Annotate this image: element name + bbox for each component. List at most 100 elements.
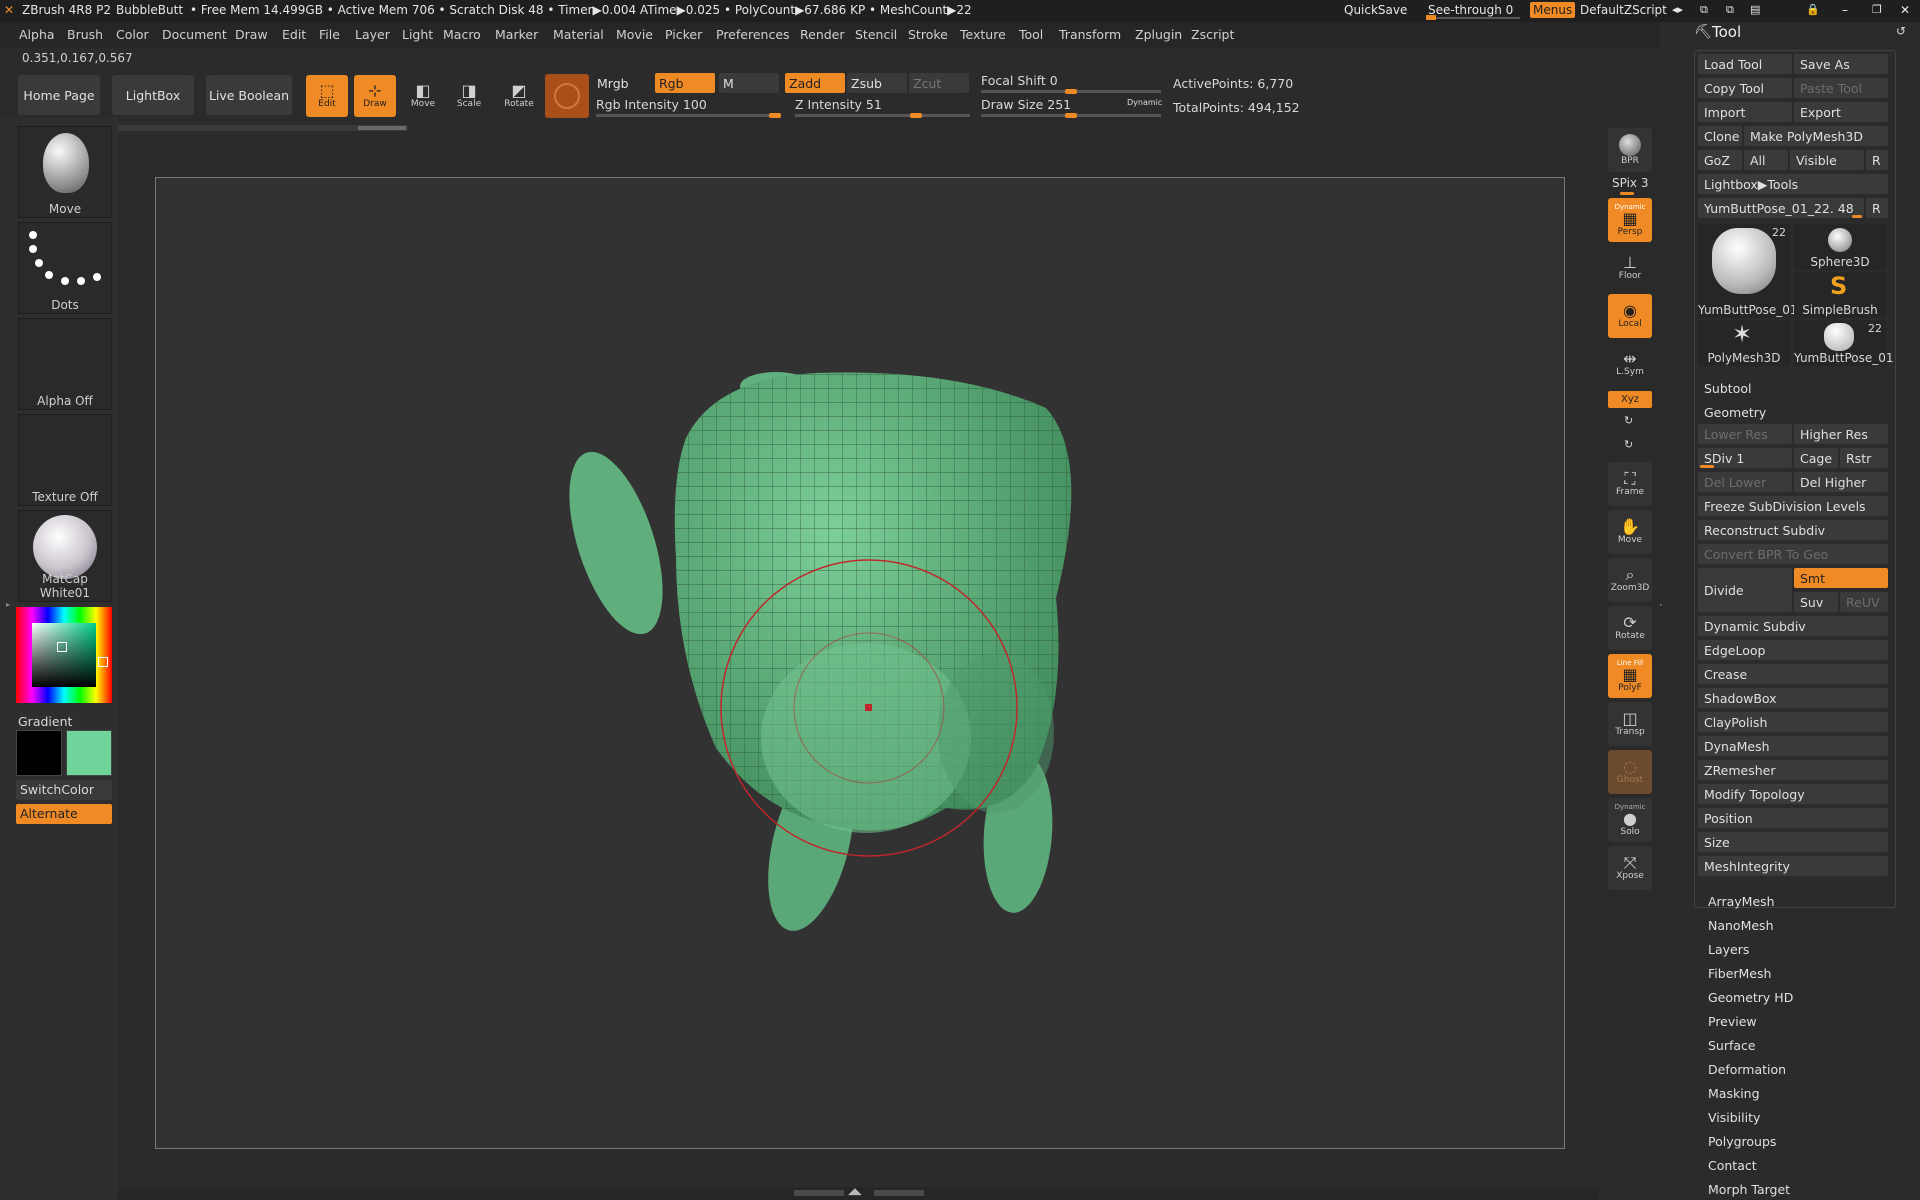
geometry-hd-section[interactable]: Geometry HD [1708, 990, 1793, 1005]
higher-res-button[interactable]: Higher Res [1794, 424, 1888, 444]
goz-r-button[interactable]: R [1866, 150, 1888, 170]
polyf-toggle[interactable]: Line Fill ▦ PolyF [1608, 654, 1652, 698]
fibermesh-section[interactable]: FiberMesh [1708, 966, 1771, 981]
see-through-knob[interactable] [1426, 15, 1436, 20]
z-intensity-slider[interactable] [795, 114, 970, 117]
rgb-toggle[interactable]: Rgb [655, 73, 715, 93]
menu-stroke[interactable]: Stroke [908, 27, 948, 42]
move-view-button[interactable]: ✋ Move [1608, 510, 1652, 554]
current-tool-knob[interactable] [1852, 215, 1862, 218]
local-toggle[interactable]: ◉ Local [1608, 294, 1652, 338]
material-selector[interactable]: MatCap White01 [18, 510, 112, 602]
stroke-selector[interactable]: Dots [18, 222, 112, 314]
menu-tool[interactable]: Tool [1019, 27, 1043, 42]
window-icon[interactable]: ⧉ [1700, 3, 1708, 17]
menu-movie[interactable]: Movie [616, 27, 653, 42]
make-polymesh-button[interactable]: Make PolyMesh3D [1744, 126, 1888, 146]
xyz-toggle[interactable]: Xyz [1608, 391, 1652, 408]
layers-section[interactable]: Layers [1708, 942, 1749, 957]
goz-visible-button[interactable]: Visible [1790, 150, 1864, 170]
menu-brush[interactable]: Brush [67, 27, 103, 42]
bottom-scroll-right[interactable] [874, 1190, 924, 1196]
color-picker-ring[interactable] [16, 607, 112, 703]
preview-section[interactable]: Preview [1708, 1014, 1757, 1029]
rgb-intensity-slider[interactable] [596, 114, 781, 117]
menu-render[interactable]: Render [800, 27, 845, 42]
edgeloop-section[interactable]: EdgeLoop [1698, 640, 1888, 660]
dynamic-toggle[interactable]: Dynamic [1127, 98, 1162, 107]
export-button[interactable]: Export [1794, 102, 1888, 122]
clone-button[interactable]: Clone [1698, 126, 1742, 146]
del-lower-button[interactable]: Del Lower [1698, 472, 1792, 492]
scale-mode-button[interactable]: ◨ Scale [448, 75, 490, 117]
reuv-toggle[interactable]: ReUV [1840, 592, 1888, 612]
del-higher-button[interactable]: Del Higher [1794, 472, 1888, 492]
crease-section[interactable]: Crease [1698, 664, 1888, 684]
alpha-selector[interactable]: Alpha Off [18, 318, 112, 410]
spix-slider[interactable]: SPix 3 [1612, 176, 1648, 190]
menu-preferences[interactable]: Preferences [716, 27, 790, 42]
size-section[interactable]: Size [1698, 832, 1888, 852]
arraymesh-section[interactable]: ArrayMesh [1708, 894, 1775, 909]
tool-thumb-sphere3d[interactable]: Sphere3D [1794, 224, 1886, 270]
polygroups-section[interactable]: Polygroups [1708, 1134, 1776, 1149]
focal-shift-knob[interactable] [1065, 89, 1077, 94]
texture-selector[interactable]: Texture Off [18, 414, 112, 506]
material-swatch[interactable] [545, 74, 589, 118]
menus-toggle[interactable]: Menus [1530, 2, 1576, 18]
menu-stencil[interactable]: Stencil [855, 27, 897, 42]
lightbox-button[interactable]: LightBox [112, 75, 194, 115]
rstr-button[interactable]: Rstr [1840, 448, 1888, 468]
switch-color-button[interactable]: SwitchColor [16, 780, 112, 800]
reconstruct-subdiv-button[interactable]: Reconstruct Subdiv [1698, 520, 1888, 540]
cage-button[interactable]: Cage [1794, 448, 1838, 468]
sym-y-icon[interactable]: ↻ [1624, 414, 1633, 427]
bottom-scroll-left[interactable] [794, 1190, 844, 1196]
floor-toggle[interactable]: ⊥ Floor [1608, 246, 1652, 290]
xpose-button[interactable]: ⤧ Xpose [1608, 846, 1652, 890]
maximize-icon[interactable]: ❐ [1872, 3, 1882, 16]
rotate-mode-button[interactable]: ◩ Rotate [496, 75, 542, 117]
menu-picker[interactable]: Picker [665, 27, 702, 42]
main-color-swatch[interactable] [16, 730, 62, 776]
gradient-toggle[interactable]: Gradient [18, 714, 72, 729]
brush-selector[interactable]: Move [18, 126, 112, 218]
layout-icon[interactable]: ◂▸ [1672, 3, 1683, 16]
palette-icon[interactable]: ▤ [1750, 3, 1760, 16]
secondary-color-swatch[interactable] [66, 730, 112, 776]
dynamesh-section[interactable]: DynaMesh [1698, 736, 1888, 756]
zoom3d-button[interactable]: ⌕ Zoom3D [1608, 558, 1652, 602]
load-tool-button[interactable]: Load Tool [1698, 54, 1792, 74]
sdiv-knob[interactable] [1700, 465, 1714, 468]
menu-marker[interactable]: Marker [495, 27, 538, 42]
mrgb-toggle[interactable]: Mrgb [593, 73, 653, 93]
bottom-expand-icon[interactable]: ◢◣ [848, 1187, 862, 1197]
bpr-button[interactable]: BPR [1608, 128, 1652, 172]
menu-transform[interactable]: Transform [1059, 27, 1121, 42]
color-picker-cursor[interactable] [57, 642, 67, 652]
left-collapse-icon[interactable]: ▸ [6, 600, 10, 609]
surface-section[interactable]: Surface [1708, 1038, 1756, 1053]
palette-reset-icon[interactable]: ↺ [1896, 24, 1906, 38]
masking-section[interactable]: Masking [1708, 1086, 1760, 1101]
goz-button[interactable]: GoZ [1698, 150, 1742, 170]
position-section[interactable]: Position [1698, 808, 1888, 828]
lsym-toggle[interactable]: ⇹ L.Sym [1608, 342, 1652, 386]
alternate-toggle[interactable]: Alternate [16, 804, 112, 824]
lock-icon[interactable]: 🔒 [1806, 3, 1820, 16]
zsub-toggle[interactable]: Zsub [847, 73, 907, 93]
modify-topology-section[interactable]: Modify Topology [1698, 784, 1888, 804]
menu-alpha[interactable]: Alpha [19, 27, 55, 42]
tool-thumb-yumbutt-2[interactable]: 22 YumButtPose_01 [1794, 320, 1894, 366]
deformation-section[interactable]: Deformation [1708, 1062, 1786, 1077]
dynamic-subdiv-section[interactable]: Dynamic Subdiv [1698, 616, 1888, 636]
current-tool-r-button[interactable]: R [1866, 198, 1888, 218]
contact-section[interactable]: Contact [1708, 1158, 1757, 1173]
claypolish-section[interactable]: ClayPolish [1698, 712, 1888, 732]
suv-toggle[interactable]: Suv [1794, 592, 1838, 612]
live-boolean-button[interactable]: Live Boolean [206, 75, 292, 115]
z-intensity-knob[interactable] [910, 113, 922, 118]
see-through-slider[interactable]: See-through 0 [1428, 3, 1522, 17]
geometry-section[interactable]: Geometry [1704, 405, 1766, 420]
solo-toggle[interactable]: Dynamic ● Solo [1608, 798, 1652, 842]
